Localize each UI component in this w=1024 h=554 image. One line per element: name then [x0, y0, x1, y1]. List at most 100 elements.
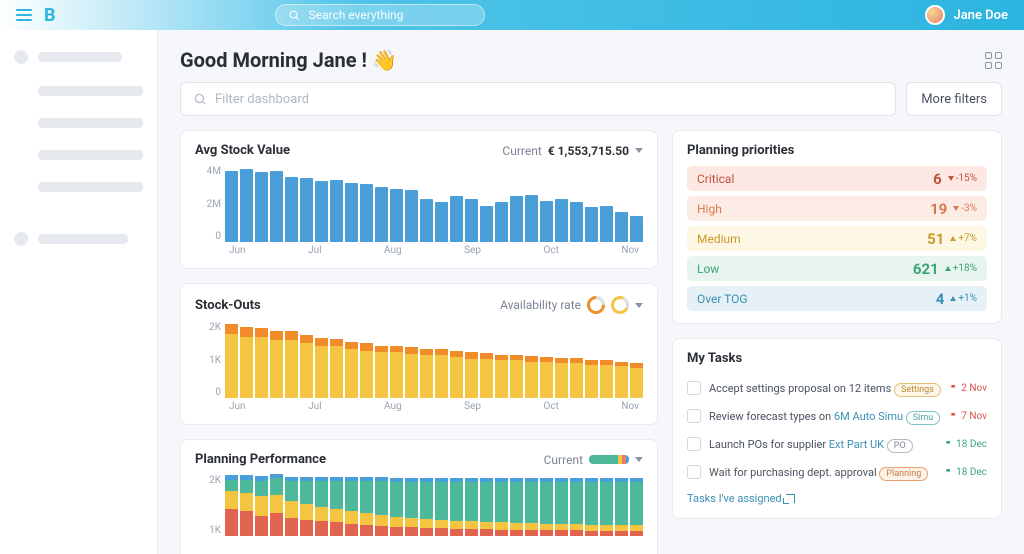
- card-title: My Tasks: [687, 351, 742, 366]
- checkbox[interactable]: [687, 381, 701, 395]
- sidebar-item[interactable]: [14, 118, 143, 128]
- sidebar-item[interactable]: [14, 150, 143, 160]
- priority-row[interactable]: High19-3%: [687, 196, 987, 221]
- bar: [480, 206, 493, 242]
- avatar[interactable]: [925, 5, 945, 25]
- bar: [420, 199, 433, 242]
- bar: [555, 199, 568, 242]
- card-performance: Planning Performance Current 2K1K: [180, 439, 658, 554]
- task-row: Launch POs for supplier Ext Part UK PO 1…: [687, 430, 987, 458]
- wave-icon: 👋: [372, 48, 397, 72]
- checkbox[interactable]: [687, 465, 701, 479]
- task-row: Review forecast types on 6M Auto Simu Si…: [687, 402, 987, 430]
- page-title: Good Morning Jane ! 👋: [180, 48, 397, 72]
- bar: [285, 331, 298, 398]
- chevron-down-icon[interactable]: [635, 303, 643, 308]
- bar: [510, 355, 523, 398]
- menu-icon[interactable]: [16, 9, 32, 21]
- task-pill: Planning: [879, 467, 928, 481]
- username[interactable]: Jane Doe: [953, 8, 1008, 23]
- chevron-down-icon[interactable]: [635, 457, 643, 462]
- card-stockouts: Stock-Outs Availability rate 2K1K0 JunJu…: [180, 283, 658, 425]
- sidebar: [0, 30, 158, 554]
- bar: [390, 478, 403, 536]
- bar: [240, 475, 253, 536]
- bar: [435, 478, 448, 536]
- bar: [270, 331, 283, 398]
- task-text: Review forecast types on 6M Auto Simu Si…: [709, 410, 942, 423]
- flag-icon: [950, 384, 958, 392]
- external-link-icon: [786, 494, 795, 503]
- bar: [405, 478, 418, 536]
- checkbox[interactable]: [687, 437, 701, 451]
- bar: [300, 477, 313, 536]
- more-filters-button[interactable]: More filters: [906, 82, 1002, 116]
- task-date: 18 Dec: [945, 467, 987, 478]
- priority-row[interactable]: Critical6-15%: [687, 166, 987, 191]
- filter-input[interactable]: Filter dashboard: [180, 82, 896, 116]
- donut-icon: [583, 292, 608, 317]
- priority-row[interactable]: Medium 51 +7%: [687, 226, 987, 251]
- bar: [525, 195, 538, 242]
- bar: [465, 352, 478, 398]
- tasks-assigned-link[interactable]: Tasks I've assigned: [687, 486, 795, 505]
- sidebar-item[interactable]: [14, 182, 143, 192]
- priority-label: High: [697, 202, 722, 216]
- checkbox[interactable]: [687, 409, 701, 423]
- bar: [225, 324, 238, 398]
- priority-count: 51: [927, 230, 944, 248]
- priority-label: Over TOG: [697, 292, 748, 306]
- app-header: B Search everything Jane Doe: [0, 0, 1024, 30]
- bar: [270, 171, 283, 242]
- priority-row[interactable]: Over TOG4+1%: [687, 286, 987, 311]
- bar: [630, 216, 643, 242]
- bar: [420, 478, 433, 536]
- bar: [270, 474, 283, 536]
- bar: [285, 477, 298, 536]
- task-pill: Settings: [894, 383, 941, 397]
- mini-legend: [589, 455, 629, 464]
- bar: [435, 202, 448, 242]
- priority-delta: +7%: [950, 233, 977, 244]
- bar: [615, 478, 628, 536]
- card-title: Avg Stock Value: [195, 143, 290, 158]
- global-search[interactable]: Search everything: [275, 4, 485, 26]
- avg-stock-chart: 4M2M0 JunJulAugSepOctNov: [195, 166, 643, 256]
- bar: [540, 478, 553, 536]
- flag-icon: [945, 440, 953, 448]
- bar: [600, 360, 613, 398]
- task-link[interactable]: Ext Part UK: [829, 438, 884, 451]
- bar: [450, 478, 463, 536]
- card-title: Planning Performance: [195, 452, 326, 467]
- priority-delta: +1%: [950, 293, 977, 304]
- bar: [390, 346, 403, 398]
- card-title: Planning priorities: [687, 143, 794, 158]
- brand-logo[interactable]: B: [44, 5, 56, 26]
- task-text: Accept settings proposal on 12 items Set…: [709, 382, 942, 395]
- main-content: Good Morning Jane ! 👋 Filter dashboard M…: [158, 30, 1024, 554]
- bar: [420, 349, 433, 398]
- priority-count: 19: [930, 200, 947, 218]
- bar: [495, 478, 508, 536]
- sidebar-item[interactable]: [14, 232, 143, 246]
- sidebar-item[interactable]: [14, 86, 143, 96]
- filter-placeholder: Filter dashboard: [215, 92, 309, 107]
- bar: [555, 478, 568, 536]
- priority-count: 621: [913, 260, 939, 278]
- priority-row[interactable]: Low621+18%: [687, 256, 987, 281]
- bar: [600, 478, 613, 536]
- apps-icon[interactable]: [985, 52, 1002, 69]
- chevron-down-icon[interactable]: [635, 148, 643, 153]
- bar: [390, 189, 403, 242]
- bar: [300, 178, 313, 242]
- search-icon: [193, 92, 207, 106]
- priority-label: Medium: [697, 232, 741, 246]
- bar: [450, 351, 463, 398]
- sidebar-item[interactable]: [14, 50, 143, 64]
- card-priorities: Planning priorities Critical6-15%High19-…: [672, 130, 1002, 324]
- bar: [405, 190, 418, 242]
- priority-label: Low: [697, 262, 719, 276]
- task-row: Accept settings proposal on 12 items Set…: [687, 374, 987, 402]
- task-link[interactable]: 6M Auto Simu: [834, 410, 903, 423]
- bar: [495, 202, 508, 242]
